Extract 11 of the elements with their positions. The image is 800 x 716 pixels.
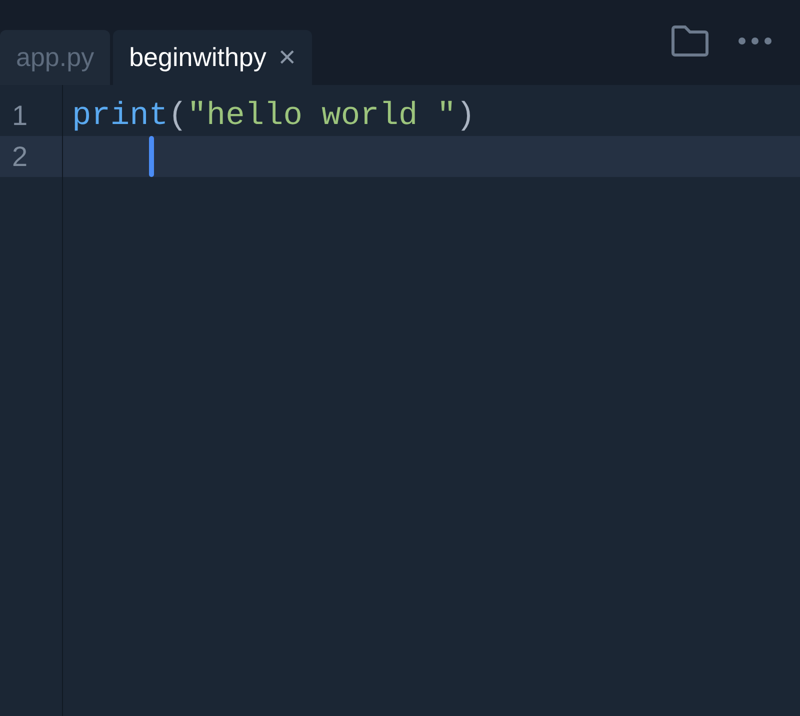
line-number: 1: [11, 98, 29, 132]
code-token: ): [456, 96, 476, 136]
code-token: (: [168, 96, 188, 136]
code-token: "hello world ": [187, 96, 456, 136]
editor-tab[interactable]: app.py: [0, 30, 110, 85]
line-number: 2: [11, 140, 29, 174]
folder-icon[interactable]: [670, 24, 710, 58]
more-icon[interactable]: [738, 36, 772, 44]
code-token: print: [72, 96, 168, 136]
close-icon[interactable]: ×: [278, 42, 296, 72]
editor-tab[interactable]: beginwithpy ×: [113, 30, 312, 85]
